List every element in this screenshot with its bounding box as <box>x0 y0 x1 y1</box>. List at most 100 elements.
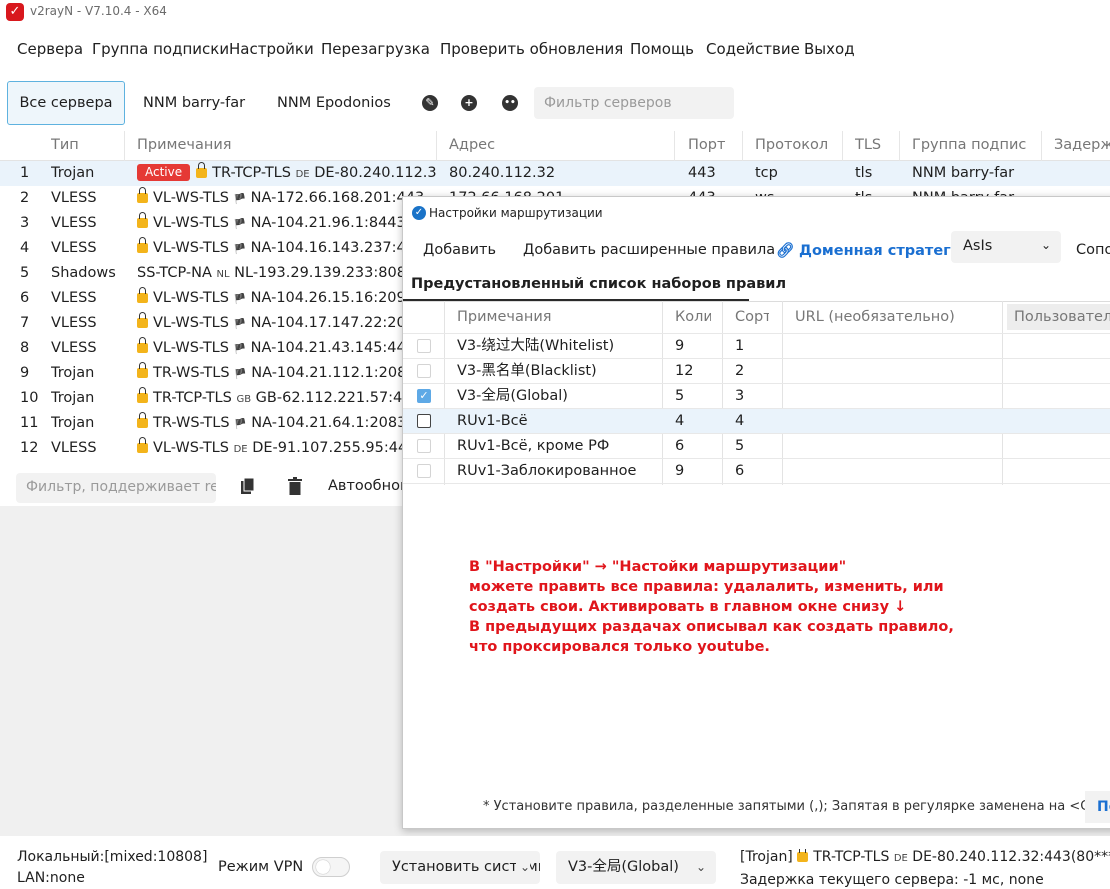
row-remark-name: VL-WS-TLS <box>153 440 229 456</box>
row-remarks: TR-WS-TLS 🏴 NA-104.21.112.1:2083 <box>137 361 436 387</box>
tab-nnm-epodonios[interactable]: NNM Epodonios <box>277 95 391 111</box>
system-proxy-dropdown[interactable]: Установить системный прокси ⌄ <box>380 851 540 884</box>
tab-preset-rulesets[interactable]: Предустановленный список наборов правил <box>411 276 786 292</box>
row-type: VLESS <box>51 340 97 356</box>
row-remark-name: VL-WS-TLS <box>153 240 229 256</box>
more-icon[interactable]: •• <box>502 95 518 111</box>
autorefresh-label[interactable]: Автообнов <box>328 478 409 494</box>
col-header-remarks[interactable]: Примечания <box>137 131 432 161</box>
row-type: Trojan <box>51 415 95 431</box>
row-remark-text: NA-104.21.96.1:8443 <box>250 215 406 231</box>
chevron-down-icon: ⌄ <box>1040 238 1051 252</box>
row-remarks: VL-WS-TLS DE DE-91.107.255.95:443 <box>137 436 436 457</box>
row-remark-name: VL-WS-TLS <box>153 315 229 331</box>
row-remark-name: TR-WS-TLS <box>153 365 230 381</box>
dialog-footer-button[interactable]: По <box>1085 791 1110 823</box>
ruleset-row[interactable]: RUv1-Всё, кроме РФ 6 5 <box>403 434 1110 459</box>
row-remark-text: DE-91.107.255.95:443 <box>252 440 417 456</box>
copy-icon[interactable] <box>240 477 255 494</box>
menu-servers[interactable]: Сервера <box>17 40 83 58</box>
ruleset-row[interactable]: ✓ V3-全局(Global) 5 3 <box>403 384 1110 409</box>
menu-reload[interactable]: Перезагрузка <box>321 40 430 58</box>
col-header-address[interactable]: Адрес <box>449 131 669 161</box>
flag-icon: 🏴 <box>233 244 247 255</box>
add-rule-button[interactable]: Добавить <box>423 242 496 258</box>
menu-exit[interactable]: Выход <box>804 40 855 58</box>
flag-icon: DE <box>233 444 248 455</box>
local-port-status: Локальный:[mixed:10808] <box>17 849 208 865</box>
tab-nnm-barry-far[interactable]: NNM barry-far <box>143 95 245 111</box>
delete-icon[interactable] <box>288 477 302 499</box>
table-row[interactable]: 1 Trojan Active TR-TCP-TLS DE DE-80.240.112… <box>0 161 1110 186</box>
lock-icon <box>137 312 148 328</box>
add-icon[interactable]: + <box>461 95 477 111</box>
menu-check-updates[interactable]: Проверить обновления <box>440 40 623 58</box>
row-type: VLESS <box>51 215 97 231</box>
routing-dropdown[interactable]: V3-全局(Global) ⌄ <box>556 851 716 884</box>
log-filter-input[interactable]: Фильтр, поддерживает regex <box>16 473 216 503</box>
ruleset-checkbox[interactable] <box>417 439 431 453</box>
row-remarks: SS-TCP-NA NL NL-193.29.139.233:8080 <box>137 261 436 287</box>
ruleset-count: 12 <box>675 363 694 379</box>
note-line: В "Настройки" → "Настойки маршрутизации" <box>469 559 847 575</box>
col-header-latency[interactable]: Задержк <box>1054 131 1110 161</box>
col-header-protocol[interactable]: Протокол <box>755 131 840 161</box>
ruleset-row[interactable]: V3-绕过大陆(Whitelist) 9 1 <box>403 334 1110 359</box>
row-type: Trojan <box>51 390 95 406</box>
row-remarks: VL-WS-TLS 🏴 NA-104.26.15.16:2096 <box>137 286 436 312</box>
grid-header-sort[interactable]: Сорт <box>735 301 769 333</box>
routing-settings-dialog: ✓ Настройки маршрутизации Добавить Добав… <box>402 196 1110 829</box>
ruleset-checkbox[interactable] <box>417 464 431 478</box>
col-header-tls[interactable]: TLS <box>855 131 895 161</box>
col-header-port[interactable]: Порт <box>688 131 748 161</box>
row-number: 1 <box>20 165 30 181</box>
ruleset-row[interactable]: RUv1-Заблокированное 9 6 <box>403 459 1110 484</box>
note-line: В предыдущих раздачах описывал как созда… <box>469 619 954 635</box>
vpn-mode-toggle[interactable] <box>312 857 350 877</box>
row-remarks: VL-WS-TLS 🏴 NA-104.17.147.22:2083 <box>137 311 436 337</box>
add-advanced-rules-button[interactable]: Добавить расширенные правила <box>523 242 775 258</box>
col-header-group[interactable]: Группа подписк <box>912 131 1027 161</box>
edit-icon[interactable]: ✎ <box>422 95 438 111</box>
ruleset-checkbox[interactable] <box>417 339 431 353</box>
row-remark-text: NA-104.21.112.1:2083 <box>251 365 416 381</box>
row-remarks: VL-WS-TLS 🏴 NA-104.21.43.145:443 <box>137 336 436 362</box>
domain-strategy-select[interactable]: AsIs ⌄ <box>951 231 1061 263</box>
server-filter-input[interactable] <box>534 87 734 119</box>
chevron-down-icon: ⌄ <box>695 860 706 874</box>
col-header-type[interactable]: Тип <box>51 131 121 161</box>
lock-icon <box>137 337 148 353</box>
current-server-type: [Trojan] <box>740 849 793 865</box>
ruleset-name: V3-全局(Global) <box>457 388 568 404</box>
menu-donate[interactable]: Содействие <box>706 40 800 58</box>
routing-value: V3-全局(Global) <box>568 859 679 875</box>
note-line: создать свои. Активировать в главном окн… <box>469 599 907 615</box>
domain-strategy-button[interactable]: 🔗︎ Доменная стратегия <box>776 242 970 259</box>
grid-header-remarks[interactable]: Примечания <box>457 301 657 333</box>
row-remarks: VL-WS-TLS 🏴 NA-172.66.168.201:443 <box>137 186 436 212</box>
lock-icon <box>137 212 148 228</box>
ruleset-row[interactable]: RUv1-Всё 4 4 <box>403 409 1110 434</box>
row-type: VLESS <box>51 190 97 206</box>
row-number: 11 <box>20 415 39 431</box>
ruleset-count: 5 <box>675 388 685 404</box>
row-number: 3 <box>20 215 30 231</box>
tab-all-servers[interactable]: Все сервера <box>7 81 125 125</box>
ruleset-checkbox[interactable]: ✓ <box>417 389 431 403</box>
note-line: что проксировался только youtube. <box>469 639 770 655</box>
menu-help[interactable]: Помощь <box>630 40 694 58</box>
menu-subscription-group[interactable]: Группа подписки <box>92 40 229 58</box>
ruleset-checkbox[interactable] <box>417 364 431 378</box>
more-button[interactable]: Сопо <box>1076 242 1110 258</box>
ruleset-row[interactable]: V3-黑名单(Blacklist) 12 2 <box>403 359 1110 384</box>
menu-settings[interactable]: Настройки <box>229 40 314 58</box>
grid-header-url[interactable]: URL (необязательно) <box>795 301 995 333</box>
row-remarks: VL-WS-TLS 🏴 NA-104.16.143.237:443 <box>137 236 436 262</box>
row-number: 8 <box>20 340 30 356</box>
row-remark-text: NA-172.66.168.201:443 <box>250 190 425 206</box>
row-type: Trojan <box>51 165 95 181</box>
grid-header-count[interactable]: Коли <box>675 301 711 333</box>
grid-header-user[interactable]: Пользователь <box>1014 301 1110 333</box>
domain-strategy-value: AsIs <box>963 238 993 254</box>
ruleset-checkbox[interactable] <box>417 414 431 428</box>
